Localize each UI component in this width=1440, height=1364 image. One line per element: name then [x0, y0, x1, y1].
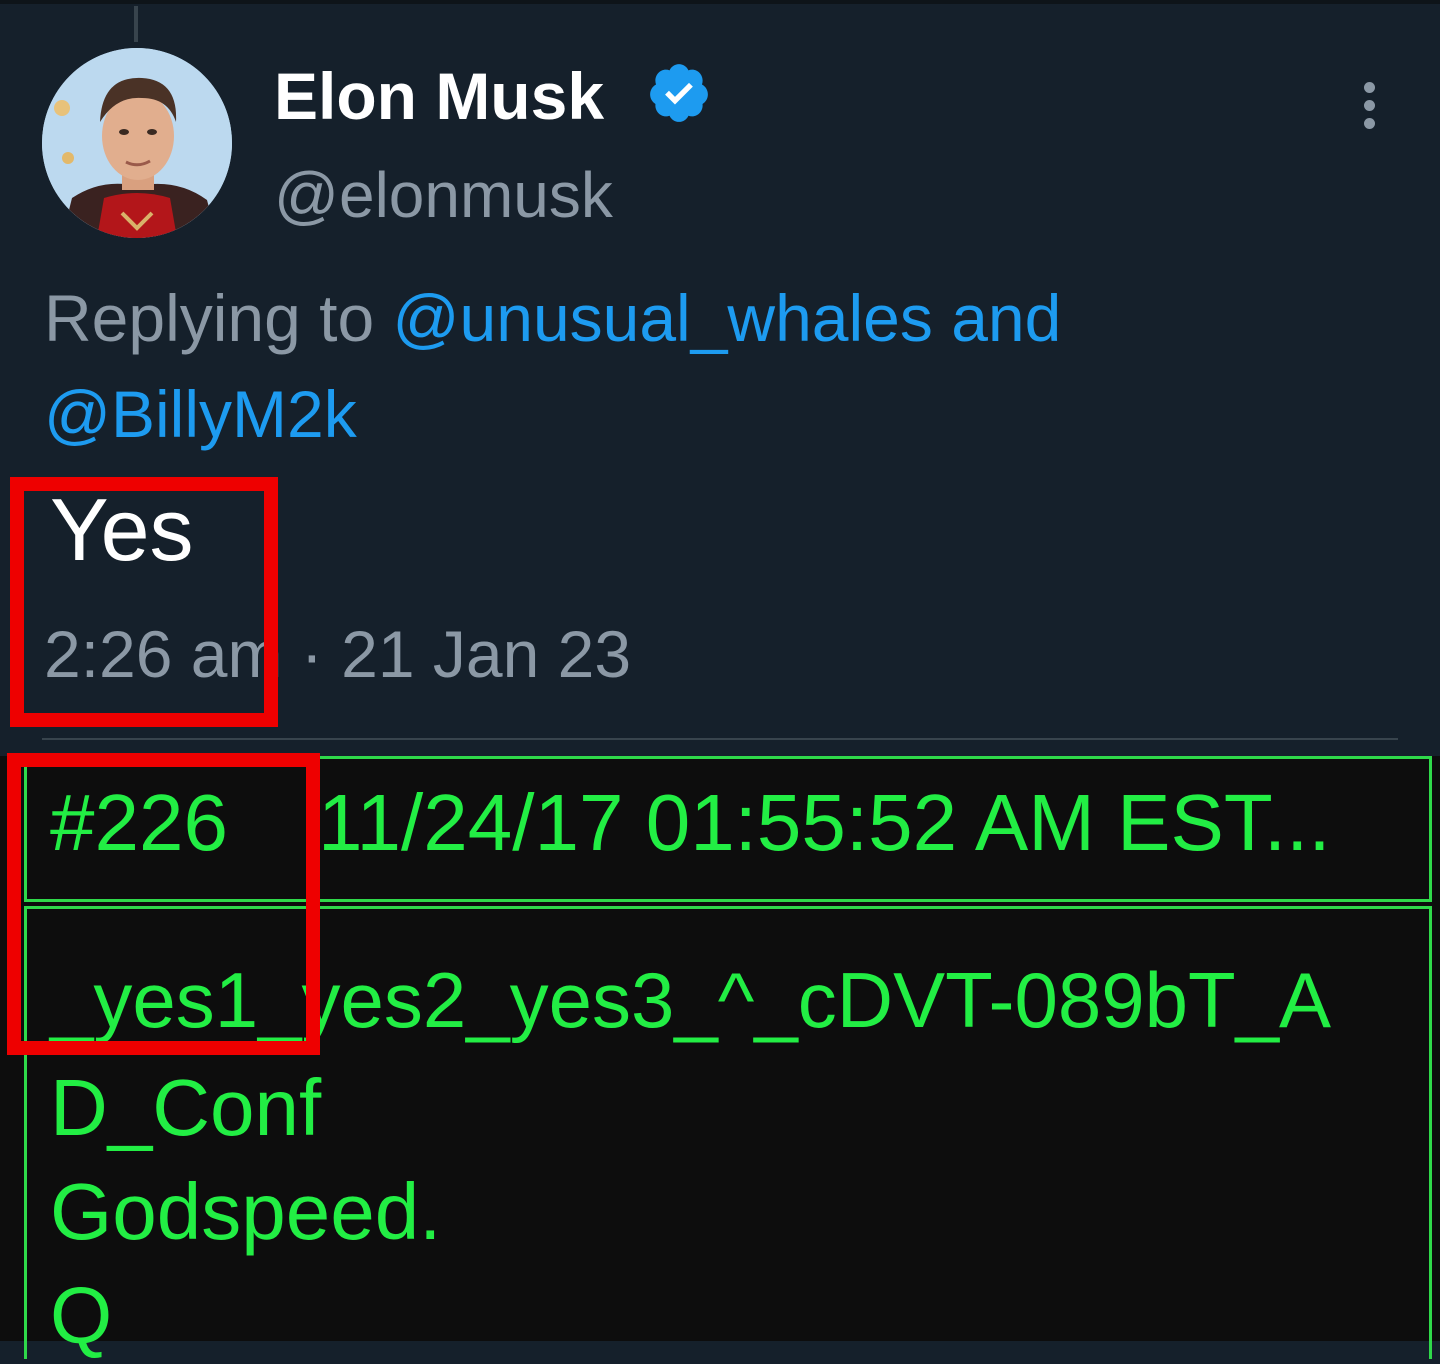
user-handle[interactable]: @elonmusk	[274, 154, 613, 236]
replying-to-line-2: @BillyM2k	[44, 374, 357, 454]
highlight-box-yes	[10, 477, 278, 727]
replying-to-label: Replying to	[44, 281, 393, 355]
display-name[interactable]: Elon Musk	[274, 52, 604, 140]
thread-connector-line	[134, 6, 138, 42]
more-options-icon[interactable]	[1350, 76, 1390, 136]
top-border	[0, 0, 1440, 4]
post-line-2: D_Conf	[50, 1063, 322, 1152]
replying-to-line: Replying to @unusual_whales and	[44, 278, 1061, 358]
avatar[interactable]	[42, 48, 232, 238]
reply-user-link-1[interactable]: @unusual_whales	[393, 281, 933, 355]
post-line-3: Godspeed.	[50, 1167, 442, 1256]
reply-user-link-2[interactable]: @BillyM2k	[44, 377, 357, 451]
verified-badge-icon	[646, 60, 712, 126]
avatar-image	[42, 48, 232, 238]
post-datetime: 11/24/17 01:55:52 AM EST...	[318, 778, 1331, 867]
reply-conjunction: and	[932, 281, 1062, 355]
highlight-box-post	[7, 753, 320, 1055]
post-line-4: Q	[50, 1271, 113, 1360]
divider	[42, 738, 1398, 740]
